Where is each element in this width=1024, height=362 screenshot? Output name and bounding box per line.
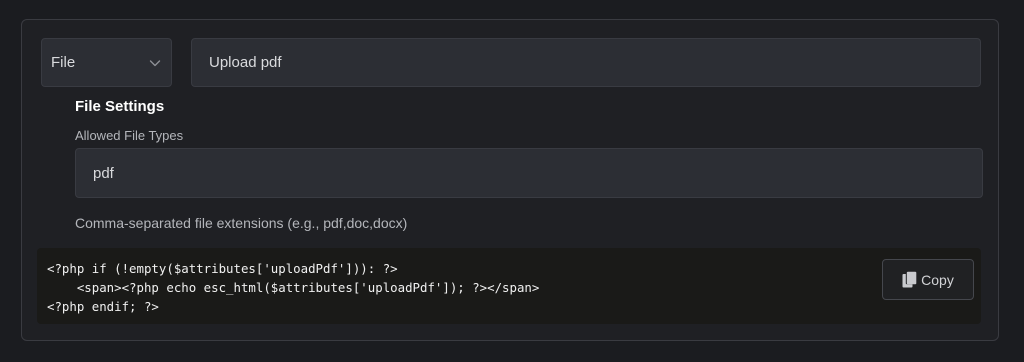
field-type-selected-value: File <box>51 54 76 71</box>
field-settings-panel: File File Settings Allowed File Types Co… <box>21 19 999 341</box>
field-label-input[interactable] <box>191 38 981 87</box>
copy-button-label: Copy <box>921 271 954 288</box>
code-line: <?php endif; ?> <box>47 299 159 314</box>
code-snippet-text[interactable]: <?php if (!empty($attributes['uploadPdf'… <box>47 259 539 316</box>
file-settings-title: File Settings <box>75 98 165 115</box>
allowed-file-types-help: Comma-separated file extensions (e.g., p… <box>75 215 408 231</box>
allowed-file-types-label: Allowed File Types <box>75 128 184 143</box>
copy-icon <box>902 271 917 288</box>
code-line: <span><?php echo esc_html($attributes['u… <box>47 280 540 295</box>
chevron-down-icon <box>149 60 161 67</box>
field-type-select[interactable]: File <box>41 38 172 87</box>
copy-button[interactable]: Copy <box>882 259 974 300</box>
allowed-file-types-input[interactable] <box>75 148 983 198</box>
code-line: <?php if (!empty($attributes['uploadPdf'… <box>47 261 398 276</box>
code-snippet: <?php if (!empty($attributes['uploadPdf'… <box>37 248 981 324</box>
